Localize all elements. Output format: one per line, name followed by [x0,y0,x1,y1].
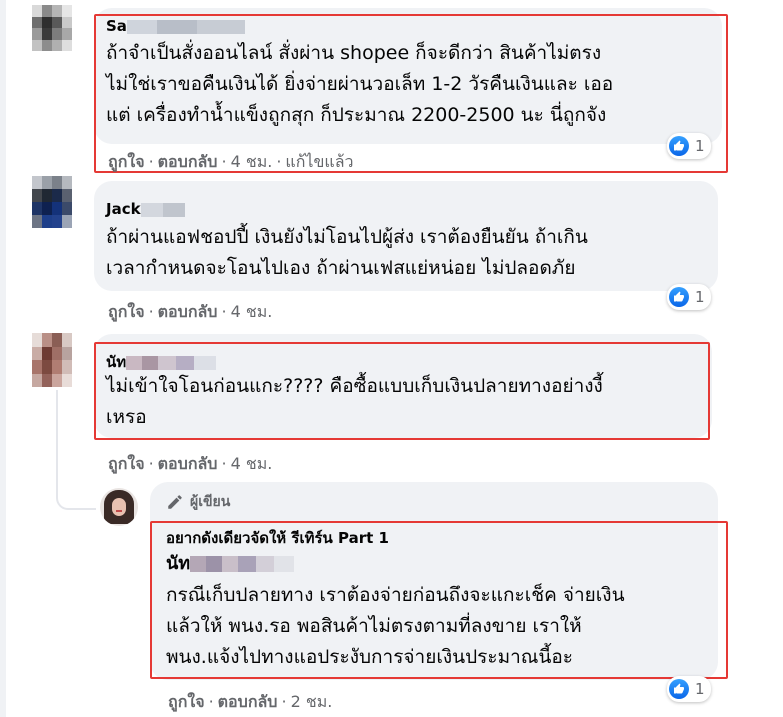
reply-text: กรณีเก็บปลายทาง เราต้องจ่ายก่อนถึงจะแกะเ… [166,584,625,668]
reaction-count[interactable]: 1 [667,676,711,702]
like-button[interactable]: ถูกใจ [108,152,145,171]
avatar[interactable] [32,333,72,387]
edited-label[interactable]: แก้ไขแล้ว [285,152,353,171]
thread-connector [56,390,96,510]
timestamp[interactable]: 4 ชม. [231,302,273,321]
author-avatar[interactable] [100,488,138,526]
reply-button[interactable]: ตอบกลับ [158,302,218,321]
like-button[interactable]: ถูกใจ [108,454,145,473]
comment-text: ถ้าผ่านแอฟชอปปี้ เงินยังไม่โอนไปผู้ส่ง เ… [106,226,588,279]
comment-author[interactable]: Jack [106,200,185,218]
reply-button[interactable]: ตอบกลับ [218,692,278,711]
comment-text: ถ้าจำเป็นสั่งออนไลน์ สั่งผ่าน shopee ก็จ… [106,42,614,126]
like-icon [669,136,689,156]
timestamp[interactable]: 4 ชม. [231,454,273,473]
reaction-count[interactable]: 1 [667,133,711,159]
avatar[interactable] [32,176,72,228]
comment-author[interactable]: Sa [106,17,245,35]
comment-actions: ถูกใจ · ตอบกลับ · 4 ชม. [108,302,273,321]
like-icon [669,287,689,307]
comment-actions: ถูกใจ · ตอบกลับ · 4 ชม. [108,454,273,473]
comment-actions: ถูกใจ · ตอบกลับ · 4 ชม. · แก้ไขแล้ว [108,152,354,171]
reaction-count[interactable]: 1 [667,284,711,310]
timestamp[interactable]: 4 ชม. [231,152,273,171]
like-button[interactable]: ถูกใจ [168,692,205,711]
reply-button[interactable]: ตอบกลับ [158,454,218,473]
like-icon [669,679,689,699]
like-button[interactable]: ถูกใจ [108,302,145,321]
reply-actions: ถูกใจ · ตอบกลับ · 2 ชม. [168,692,333,711]
avatar[interactable] [32,5,72,51]
reply-button[interactable]: ตอบกลับ [158,152,218,171]
timestamp[interactable]: 2 ชม. [291,692,333,711]
left-edge-strip [0,0,6,717]
mention-tag[interactable]: นัท [166,548,295,577]
comment-text: ไม่เข้าใจโอนก่อนแกะ???? คือซื้อแบบเก็บเง… [106,375,603,428]
pencil-icon [166,493,184,511]
author-badge: ผู้เขียน [166,491,230,513]
reply-author[interactable]: อยากดังเดียวจัดให้ รีเทิร์น Part 1 [166,526,389,550]
